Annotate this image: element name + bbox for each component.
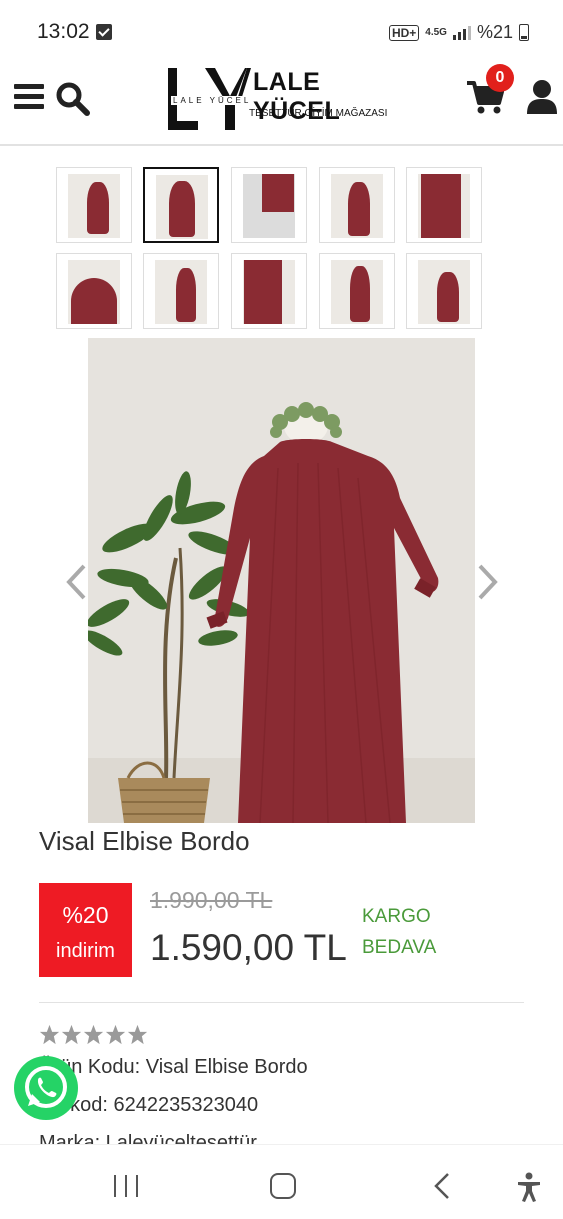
- site-header: LALE YÜCEL LALE YÜCEL TESETTÜR GİYİM MAĞ…: [0, 62, 563, 146]
- status-bar: 13:02 HD+ 4.5G %21: [0, 0, 563, 62]
- home-icon[interactable]: [270, 1173, 296, 1199]
- logo-tagline: TESETTÜR GİYİM MAĞAZASI: [249, 108, 388, 119]
- discount-label: indirim: [56, 940, 115, 962]
- next-image-arrow-icon[interactable]: [476, 562, 500, 602]
- status-indicators: HD+ 4.5G %21: [388, 22, 529, 43]
- system-nav-bar: [0, 1144, 563, 1219]
- current-price: 1.590,00 TL: [150, 927, 347, 968]
- thumbnail-1[interactable]: [56, 167, 132, 243]
- product-title: Visal Elbise Bordo: [39, 826, 250, 856]
- thumbnail-8[interactable]: [231, 253, 307, 329]
- battery-icon: [519, 24, 529, 41]
- star-icon: [127, 1024, 148, 1045]
- thumbnail-3[interactable]: [231, 167, 307, 243]
- whatsapp-icon[interactable]: [12, 1054, 80, 1122]
- main-product-image[interactable]: [88, 338, 475, 823]
- battery-percent: %21: [476, 22, 513, 42]
- hd-voice-icon: HD+: [388, 24, 420, 41]
- thumbnail-7[interactable]: [143, 253, 219, 329]
- discount-badge: %20 indirim: [39, 883, 132, 977]
- back-icon[interactable]: [430, 1172, 454, 1200]
- shipping-line-1: KARGO: [362, 906, 431, 927]
- thumbnail-10[interactable]: [406, 253, 482, 329]
- signal-icon: [452, 25, 471, 40]
- accessibility-icon[interactable]: [516, 1172, 542, 1202]
- search-icon[interactable]: [55, 81, 91, 117]
- section-divider: [39, 1002, 524, 1003]
- rating-stars[interactable]: [39, 1024, 148, 1045]
- logo-mark-text: LALE YÜCEL: [171, 96, 254, 105]
- star-icon: [39, 1024, 60, 1045]
- thumbnail-5[interactable]: [406, 167, 482, 243]
- user-icon[interactable]: [526, 79, 558, 115]
- site-logo[interactable]: LALE YÜCEL LALE YÜCEL TESETTÜR GİYİM MAĞ…: [165, 66, 400, 132]
- recent-apps-icon[interactable]: [112, 1175, 140, 1197]
- thumbnail-2[interactable]: [143, 167, 219, 243]
- status-time: 13:02: [37, 20, 90, 43]
- product-photo: [88, 338, 475, 823]
- old-price: 1.990,00 TL: [150, 887, 273, 913]
- menu-icon[interactable]: [14, 84, 44, 110]
- cart-count-badge[interactable]: 0: [486, 64, 514, 92]
- thumbnail-6[interactable]: [56, 253, 132, 329]
- free-shipping-label: KARGO BEDAVA: [362, 901, 436, 963]
- prev-image-arrow-icon[interactable]: [64, 562, 88, 602]
- network-type-icon: 4.5G: [425, 26, 447, 38]
- discount-percent: %20: [62, 902, 109, 928]
- thumbnail-4[interactable]: [319, 167, 395, 243]
- star-icon: [83, 1024, 104, 1045]
- notification-check-icon: [96, 24, 112, 40]
- star-icon: [105, 1024, 126, 1045]
- thumbnail-9[interactable]: [319, 253, 395, 329]
- shipping-line-2: BEDAVA: [362, 937, 437, 958]
- star-icon: [61, 1024, 82, 1045]
